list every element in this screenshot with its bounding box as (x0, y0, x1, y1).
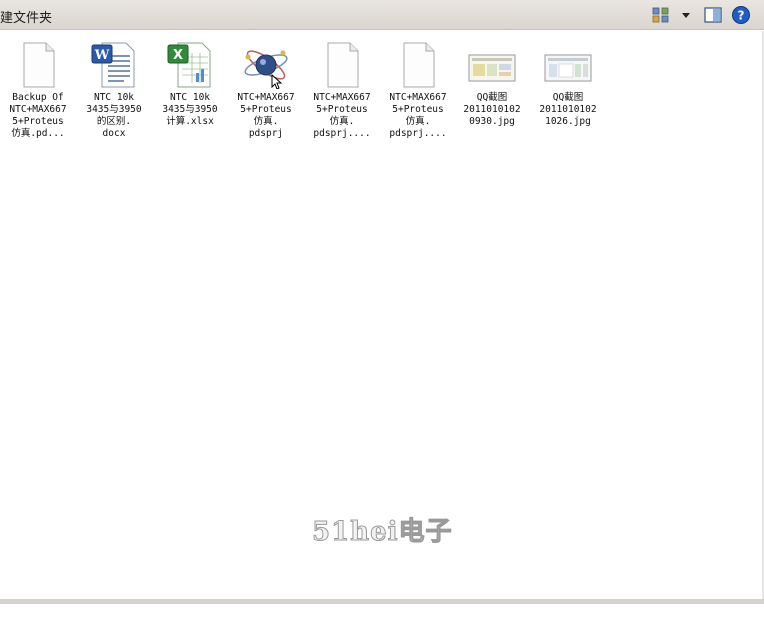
file-name: Backup Of NTC+MAX667 5+Proteus 仿真.pd... (9, 92, 67, 139)
file-name: NTC+MAX667 5+Proteus 仿真. pdsprj.... (313, 92, 371, 139)
file-item[interactable]: W NTC 10k 3435与3950 的区别. docx (78, 41, 150, 140)
svg-text:X: X (173, 48, 183, 63)
file-item[interactable]: Backup Of NTC+MAX667 5+Proteus 仿真.pd... (2, 41, 74, 140)
details-pane (0, 604, 764, 643)
file-name: NTC+MAX667 5+Proteus 仿真. pdsprj.... (389, 92, 447, 139)
grid-view-icon[interactable] (652, 5, 670, 25)
svg-text:W: W (94, 48, 110, 63)
blank-file-icon (23, 42, 55, 88)
new-folder-button[interactable]: 建文件夹 (0, 7, 52, 26)
image-thumbnail-icon (468, 54, 516, 82)
image-thumbnail-icon (544, 54, 592, 82)
watermark: 51hei电子 (312, 517, 453, 548)
help-icon[interactable]: ? (731, 5, 751, 25)
blank-file-icon (327, 42, 359, 88)
file-item[interactable]: NTC+MAX667 5+Proteus 仿真. pdsprj.... (306, 41, 378, 140)
preview-pane-icon[interactable] (703, 5, 723, 25)
file-item[interactable]: NTC+MAX667 5+Proteus 仿真. pdsprj (230, 41, 302, 140)
file-name: QQ截图 2011010102 1026.jpg (539, 92, 597, 127)
file-name: QQ截图 2011010102 0930.jpg (463, 92, 521, 127)
command-toolbar: 建文件夹 ? (0, 0, 764, 30)
word-document-icon: W (91, 42, 135, 88)
file-name: NTC 10k 3435与3950 的区别. docx (86, 92, 142, 139)
blank-file-icon (403, 42, 435, 88)
chevron-down-icon[interactable] (679, 5, 693, 25)
file-item[interactable]: QQ截图 2011010102 0930.jpg (456, 41, 528, 128)
svg-text:?: ? (738, 9, 745, 23)
file-name: NTC 10k 3435与3950 计算.xlsx (162, 92, 218, 127)
file-item[interactable]: X NTC 10k 3435与3950 计算.xlsx (154, 41, 226, 128)
file-item[interactable]: NTC+MAX667 5+Proteus 仿真. pdsprj.... (382, 41, 454, 140)
excel-spreadsheet-icon: X (167, 42, 211, 88)
file-name: NTC+MAX667 5+Proteus 仿真. pdsprj (237, 92, 295, 139)
proteus-project-icon (244, 50, 288, 89)
file-item[interactable]: QQ截图 2011010102 1026.jpg (532, 41, 604, 128)
